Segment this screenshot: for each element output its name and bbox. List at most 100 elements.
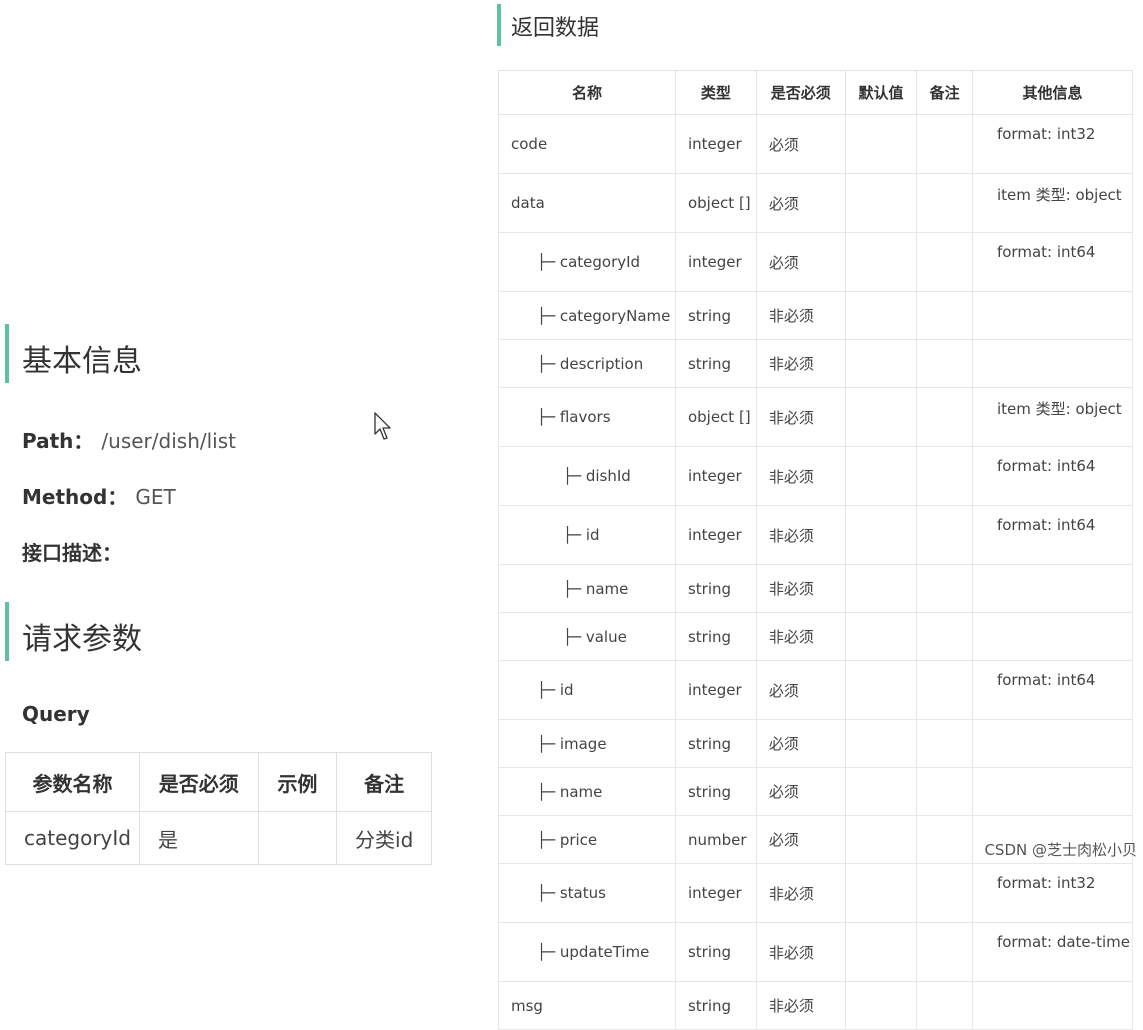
response-cell-name: ├─ id [498, 505, 676, 565]
response-cell-type: string [674, 564, 757, 613]
response-cell-other: format: int64 [971, 660, 1134, 720]
query-col-required: 是否必须 [138, 752, 259, 812]
response-cell-note [916, 981, 973, 1030]
response-cell-note [916, 612, 973, 661]
response-cell-required: 非必须 [755, 922, 846, 982]
response-cell-name: ├─ name [498, 564, 676, 613]
response-cell-name: ├─ id [498, 660, 676, 720]
desc-row: 接口描述： [22, 537, 122, 566]
response-cell-default [844, 114, 918, 174]
query-table: 参数名称 是否必须 示例 备注 categoryId 是 分类id [5, 752, 432, 865]
response-cell-type: string [674, 981, 757, 1030]
response-cell-note [916, 232, 973, 292]
response-cell-note [916, 114, 973, 174]
query-label: Query [22, 702, 90, 726]
response-cell-other: item 类型: object [971, 173, 1134, 233]
response-cell-other: format: int32 [971, 863, 1134, 923]
watermark: CSDN @芝士肉松小贝 [984, 841, 1137, 859]
response-table-row: ├─ status integer 非必须 format: int32 [498, 863, 1134, 923]
mouse-cursor-icon [374, 412, 391, 440]
response-cell-type: integer [674, 446, 757, 506]
response-cell-note [916, 660, 973, 720]
basic-info-accent-bar [5, 324, 9, 383]
response-cell-other [971, 291, 1134, 340]
col-note-header: 备注 [916, 70, 973, 115]
query-cell-required: 是 [138, 811, 259, 865]
response-cell-other: format: int64 [971, 505, 1134, 565]
query-table-row: categoryId 是 分类id [5, 811, 432, 865]
query-col-note: 备注 [336, 752, 432, 812]
query-cell-name: categoryId [5, 811, 140, 865]
response-cell-other [971, 564, 1134, 613]
response-cell-name: ├─ name [498, 767, 676, 816]
response-table-row: ├─ dishId integer 非必须 format: int64 [498, 446, 1134, 506]
response-cell-type: integer [674, 114, 757, 174]
col-name-header: 名称 [498, 70, 676, 115]
query-col-example: 示例 [257, 752, 338, 812]
response-table-row: ├─ updateTime string 非必须 format: date-time [498, 922, 1134, 982]
response-table-row: ├─ id integer 非必须 format: int64 [498, 505, 1134, 565]
method-value: GET [135, 485, 176, 509]
response-cell-name: ├─ description [498, 339, 676, 388]
response-table-row: ├─ flavors object [] 非必须 item 类型: object [498, 387, 1134, 447]
response-table-row: ├─ name string 非必须 [498, 564, 1134, 613]
response-cell-name: ├─ image [498, 719, 676, 768]
response-cell-required: 非必须 [755, 446, 846, 506]
desc-label: 接口描述： [22, 541, 122, 565]
response-cell-default [844, 660, 918, 720]
response-cell-note [916, 387, 973, 447]
response-cell-name: ├─ value [498, 612, 676, 661]
response-cell-required: 必须 [755, 114, 846, 174]
response-cell-other: format: int64 [971, 446, 1134, 506]
response-table-row: code integer 必须 format: int32 [498, 114, 1134, 174]
response-cell-required: 非必须 [755, 564, 846, 613]
query-table-header: 参数名称 是否必须 示例 备注 [5, 752, 432, 812]
response-cell-required: 必须 [755, 232, 846, 292]
response-table-row: ├─ image string 必须 [498, 719, 1134, 768]
response-cell-other: format: date-time [971, 922, 1134, 982]
response-cell-note [916, 564, 973, 613]
response-cell-note [916, 173, 973, 233]
path-value: /user/dish/list [101, 429, 236, 453]
method-label: Method： [22, 485, 128, 509]
response-table-row: data object [] 必须 item 类型: object [498, 173, 1134, 233]
response-cell-default [844, 232, 918, 292]
response-cell-required: 非必须 [755, 863, 846, 923]
response-cell-type: integer [674, 232, 757, 292]
response-cell-note [916, 863, 973, 923]
response-cell-default [844, 863, 918, 923]
response-cell-default [844, 446, 918, 506]
path-label: Path： [22, 429, 94, 453]
response-cell-type: integer [674, 660, 757, 720]
response-cell-default [844, 291, 918, 340]
response-cell-other [971, 981, 1134, 1030]
response-cell-type: object [] [674, 173, 757, 233]
response-cell-other [971, 767, 1134, 816]
response-cell-name: code [498, 114, 676, 174]
response-cell-type: string [674, 612, 757, 661]
col-default-header: 默认值 [844, 70, 918, 115]
response-table-header: 名称 类型 是否必须 默认值 备注 其他信息 [498, 70, 1134, 115]
response-cell-other [971, 719, 1134, 768]
response-cell-name: data [498, 173, 676, 233]
response-cell-default [844, 612, 918, 661]
col-other-header: 其他信息 [971, 70, 1134, 115]
response-cell-required: 非必须 [755, 981, 846, 1030]
response-cell-name: msg [498, 981, 676, 1030]
response-table-body: code integer 必须 format: int32 data object [] 必… [498, 114, 1134, 1030]
response-cell-required: 必须 [755, 719, 846, 768]
response-cell-default [844, 815, 918, 864]
response-cell-other [971, 612, 1134, 661]
query-cell-note: 分类id [336, 811, 432, 865]
response-cell-required: 非必须 [755, 612, 846, 661]
response-table: 名称 类型 是否必须 默认值 备注 其他信息 code integer 必须 form… [498, 70, 1134, 1030]
response-cell-name: ├─ price [498, 815, 676, 864]
response-table-row: ├─ categoryId integer 必须 format: int64 [498, 232, 1134, 292]
response-cell-required: 必须 [755, 660, 846, 720]
response-cell-default [844, 505, 918, 565]
method-row: Method： GET [22, 481, 176, 510]
query-col-name: 参数名称 [5, 752, 140, 812]
query-cell-example [257, 811, 338, 865]
response-cell-note [916, 446, 973, 506]
response-table-row: ├─ categoryName string 非必须 [498, 291, 1134, 340]
